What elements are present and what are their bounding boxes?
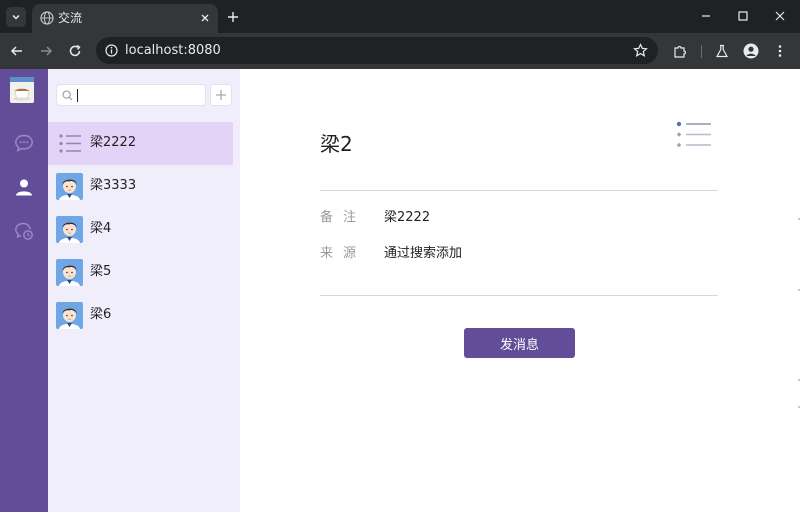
address-bar[interactable]: localhost:8080 (96, 37, 658, 64)
reload-button[interactable] (66, 42, 84, 60)
contact-item[interactable]: 梁2222 (48, 122, 233, 165)
search-icon (62, 90, 73, 101)
contact-item[interactable]: 梁6 (48, 294, 233, 337)
contact-title: 梁2 (320, 132, 353, 156)
browser-tab[interactable]: 交流 (32, 4, 218, 33)
nav-moments[interactable] (13, 220, 35, 242)
text-caret (77, 89, 78, 102)
contact-name: 梁2222 (90, 135, 137, 150)
contact-item[interactable]: 梁5 (48, 251, 233, 294)
maximize-button[interactable] (735, 8, 751, 24)
more-vertical-icon (778, 45, 782, 57)
user-avatar (56, 259, 83, 286)
minimize-icon (702, 15, 710, 17)
forward-button[interactable] (37, 42, 55, 60)
my-avatar[interactable] (10, 77, 34, 103)
send-message-button[interactable]: 发消息 (464, 328, 575, 358)
contacts-panel: 梁2222 梁3333 梁4 梁5 梁6 (48, 69, 240, 512)
divider (320, 190, 718, 191)
search-box[interactable] (56, 84, 206, 106)
contact-name: 梁4 (90, 221, 112, 236)
user-icon (16, 179, 32, 196)
remark-label: 备注 (320, 210, 367, 225)
reload-icon (69, 44, 81, 57)
contact-item[interactable]: 梁3333 (48, 165, 233, 208)
close-icon (201, 14, 209, 22)
close-window-button[interactable] (772, 8, 788, 24)
browser-menu-button[interactable] (771, 42, 789, 60)
chat-clock-icon (15, 222, 33, 240)
add-contact-button[interactable] (210, 84, 232, 106)
nav-rail (0, 69, 48, 512)
toolbar-separator (701, 45, 702, 58)
globe-icon (40, 11, 54, 25)
arrow-right-icon (41, 46, 53, 56)
arrow-left-icon (10, 46, 22, 56)
minimize-button[interactable] (698, 8, 714, 24)
maximize-icon (738, 11, 748, 21)
browser-tab-bar: 交流 (0, 0, 800, 33)
search-input[interactable] (77, 87, 201, 103)
puzzle-icon (673, 45, 686, 58)
tab-close-button[interactable] (198, 11, 212, 25)
chat-bubble-icon (15, 134, 33, 152)
browser-toolbar: localhost:8080 (0, 33, 800, 69)
info-icon[interactable] (105, 44, 118, 57)
back-button[interactable] (8, 42, 26, 60)
user-avatar (56, 302, 83, 329)
labs-button[interactable] (713, 42, 731, 60)
plus-icon (228, 12, 238, 22)
contact-name: 梁3333 (90, 178, 137, 193)
divider (320, 295, 718, 296)
flask-icon (715, 44, 729, 58)
coffee-cup-icon (10, 77, 34, 103)
plus-icon (216, 90, 226, 100)
new-tab-button[interactable] (224, 8, 242, 26)
contact-name: 梁6 (90, 307, 112, 322)
contact-item[interactable]: 梁4 (48, 208, 233, 251)
remark-value: 梁2222 (384, 210, 431, 225)
list-menu-icon[interactable] (676, 120, 712, 150)
address-url[interactable]: localhost:8080 (125, 43, 221, 58)
list-icon (56, 130, 83, 157)
app-page: 梁2222 梁3333 梁4 梁5 梁6 梁2 备注 梁2222 来源 通过搜索… (0, 69, 800, 512)
profile-button[interactable] (742, 42, 760, 60)
star-icon[interactable] (633, 43, 648, 58)
contact-detail-panel: 梁2 备注 梁2222 来源 通过搜索添加 发消息 (240, 69, 800, 512)
chevron-down-icon (12, 14, 20, 20)
contact-name: 梁5 (90, 264, 112, 279)
user-avatar (56, 173, 83, 200)
source-label: 来源 (320, 246, 367, 261)
nav-chat[interactable] (13, 132, 35, 154)
extensions-button[interactable] (671, 42, 689, 60)
tab-search-button[interactable] (6, 7, 26, 27)
user-avatar (56, 216, 83, 243)
close-icon (775, 11, 785, 21)
profile-icon (743, 43, 759, 59)
tab-title: 交流 (58, 11, 83, 25)
nav-contacts[interactable] (13, 176, 35, 198)
source-value: 通过搜索添加 (384, 246, 463, 261)
